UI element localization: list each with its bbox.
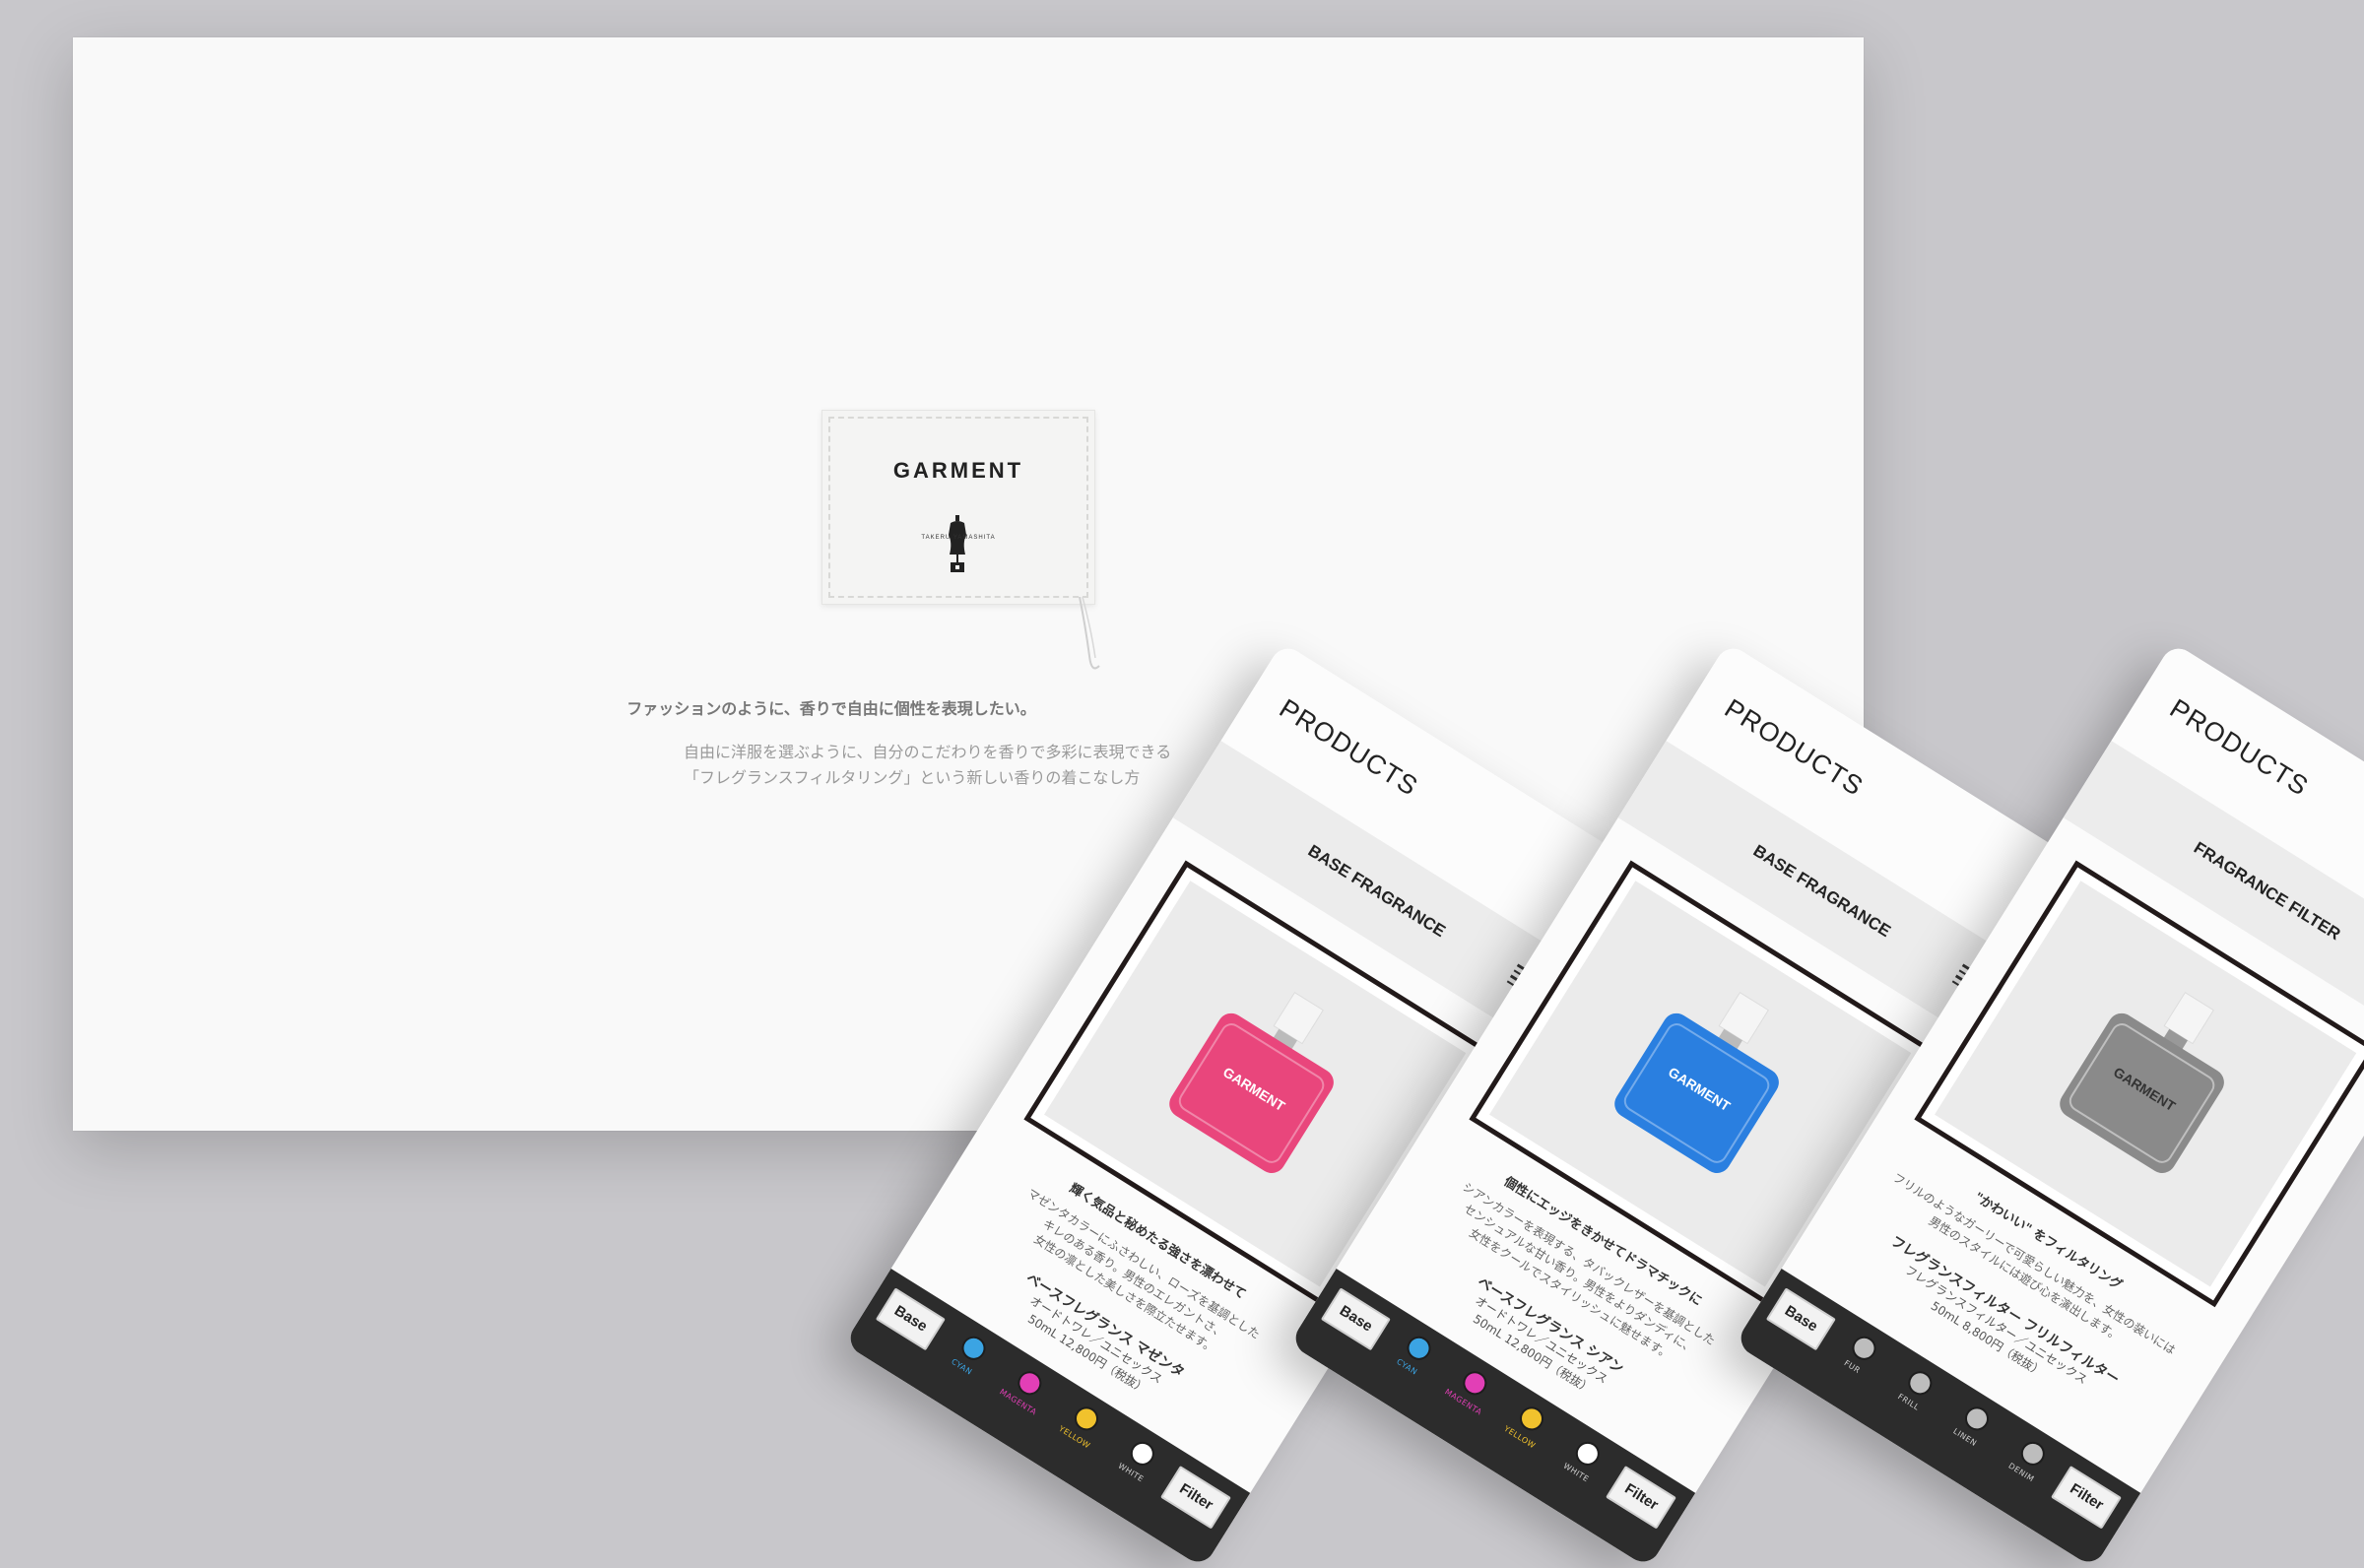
swatch-frill[interactable]: FRILL: [1887, 1361, 1946, 1417]
base-button[interactable]: Base: [1320, 1287, 1391, 1351]
swatch-dot: [1904, 1366, 1937, 1400]
tag-designer-name: TAKERU YAMASHITA: [921, 535, 996, 541]
filter-button[interactable]: Filter: [2051, 1466, 2122, 1530]
swatch-yellow[interactable]: YELLOW: [1498, 1397, 1557, 1453]
swatch-dot: [1571, 1437, 1605, 1470]
swatch-white[interactable]: WHITE: [1554, 1432, 1613, 1488]
hero-description-line: 自由に洋服を選ぶように、自分のこだわりを香りで多彩に表現できる: [684, 743, 1172, 761]
mannequin-icon: [949, 515, 966, 572]
hero-description-line: 「フレグランスフィルタリング」という新しい香りの着こなし方: [684, 768, 1141, 787]
swatch-dot: [1847, 1332, 1880, 1365]
tag-string-icon: [1079, 597, 1100, 670]
filter-button[interactable]: Filter: [1606, 1466, 1676, 1530]
swatch-dot: [1960, 1402, 1994, 1435]
swatch-dot: [2016, 1437, 2050, 1470]
swatch-white[interactable]: WHITE: [1109, 1432, 1168, 1488]
swatch-dot: [1126, 1437, 1159, 1470]
hero-description: 自由に洋服を選ぶように、自分のこだわりを香りで多彩に表現できる 「フレグランスフ…: [684, 740, 1275, 791]
base-button[interactable]: Base: [875, 1287, 946, 1351]
swatch-magenta[interactable]: MAGENTA: [997, 1361, 1056, 1417]
swatch-cyan[interactable]: CYAN: [940, 1326, 999, 1382]
garment-label-tag: GARMENT TAKERU YAMASHITA: [821, 410, 1095, 605]
swatch-dot: [1515, 1402, 1548, 1435]
swatch-dot: [1070, 1402, 1103, 1435]
hero-tagline: ファッションのように、香りで自由に個性を表現したい。: [626, 699, 1036, 718]
swatch-fur[interactable]: FUR: [1830, 1326, 1889, 1382]
swatch-dot: [1459, 1366, 1492, 1400]
swatch-linen[interactable]: LINEN: [1943, 1397, 2003, 1453]
swatch-magenta[interactable]: MAGENTA: [1442, 1361, 1501, 1417]
swatch-dot: [1014, 1366, 1047, 1400]
filter-button[interactable]: Filter: [1160, 1466, 1231, 1530]
swatch-yellow[interactable]: YELLOW: [1053, 1397, 1112, 1453]
base-button[interactable]: Base: [1765, 1287, 1836, 1351]
swatch-dot: [1402, 1332, 1435, 1365]
page-title: PRODUCTS: [2164, 692, 2314, 802]
swatch-label: FUR: [1842, 1358, 1863, 1376]
swatch-cyan[interactable]: CYAN: [1385, 1326, 1444, 1382]
swatch-denim[interactable]: DENIM: [2000, 1432, 2059, 1488]
swatch-dot: [956, 1332, 990, 1365]
tag-brand-logo: GARMENT: [892, 458, 1024, 483]
